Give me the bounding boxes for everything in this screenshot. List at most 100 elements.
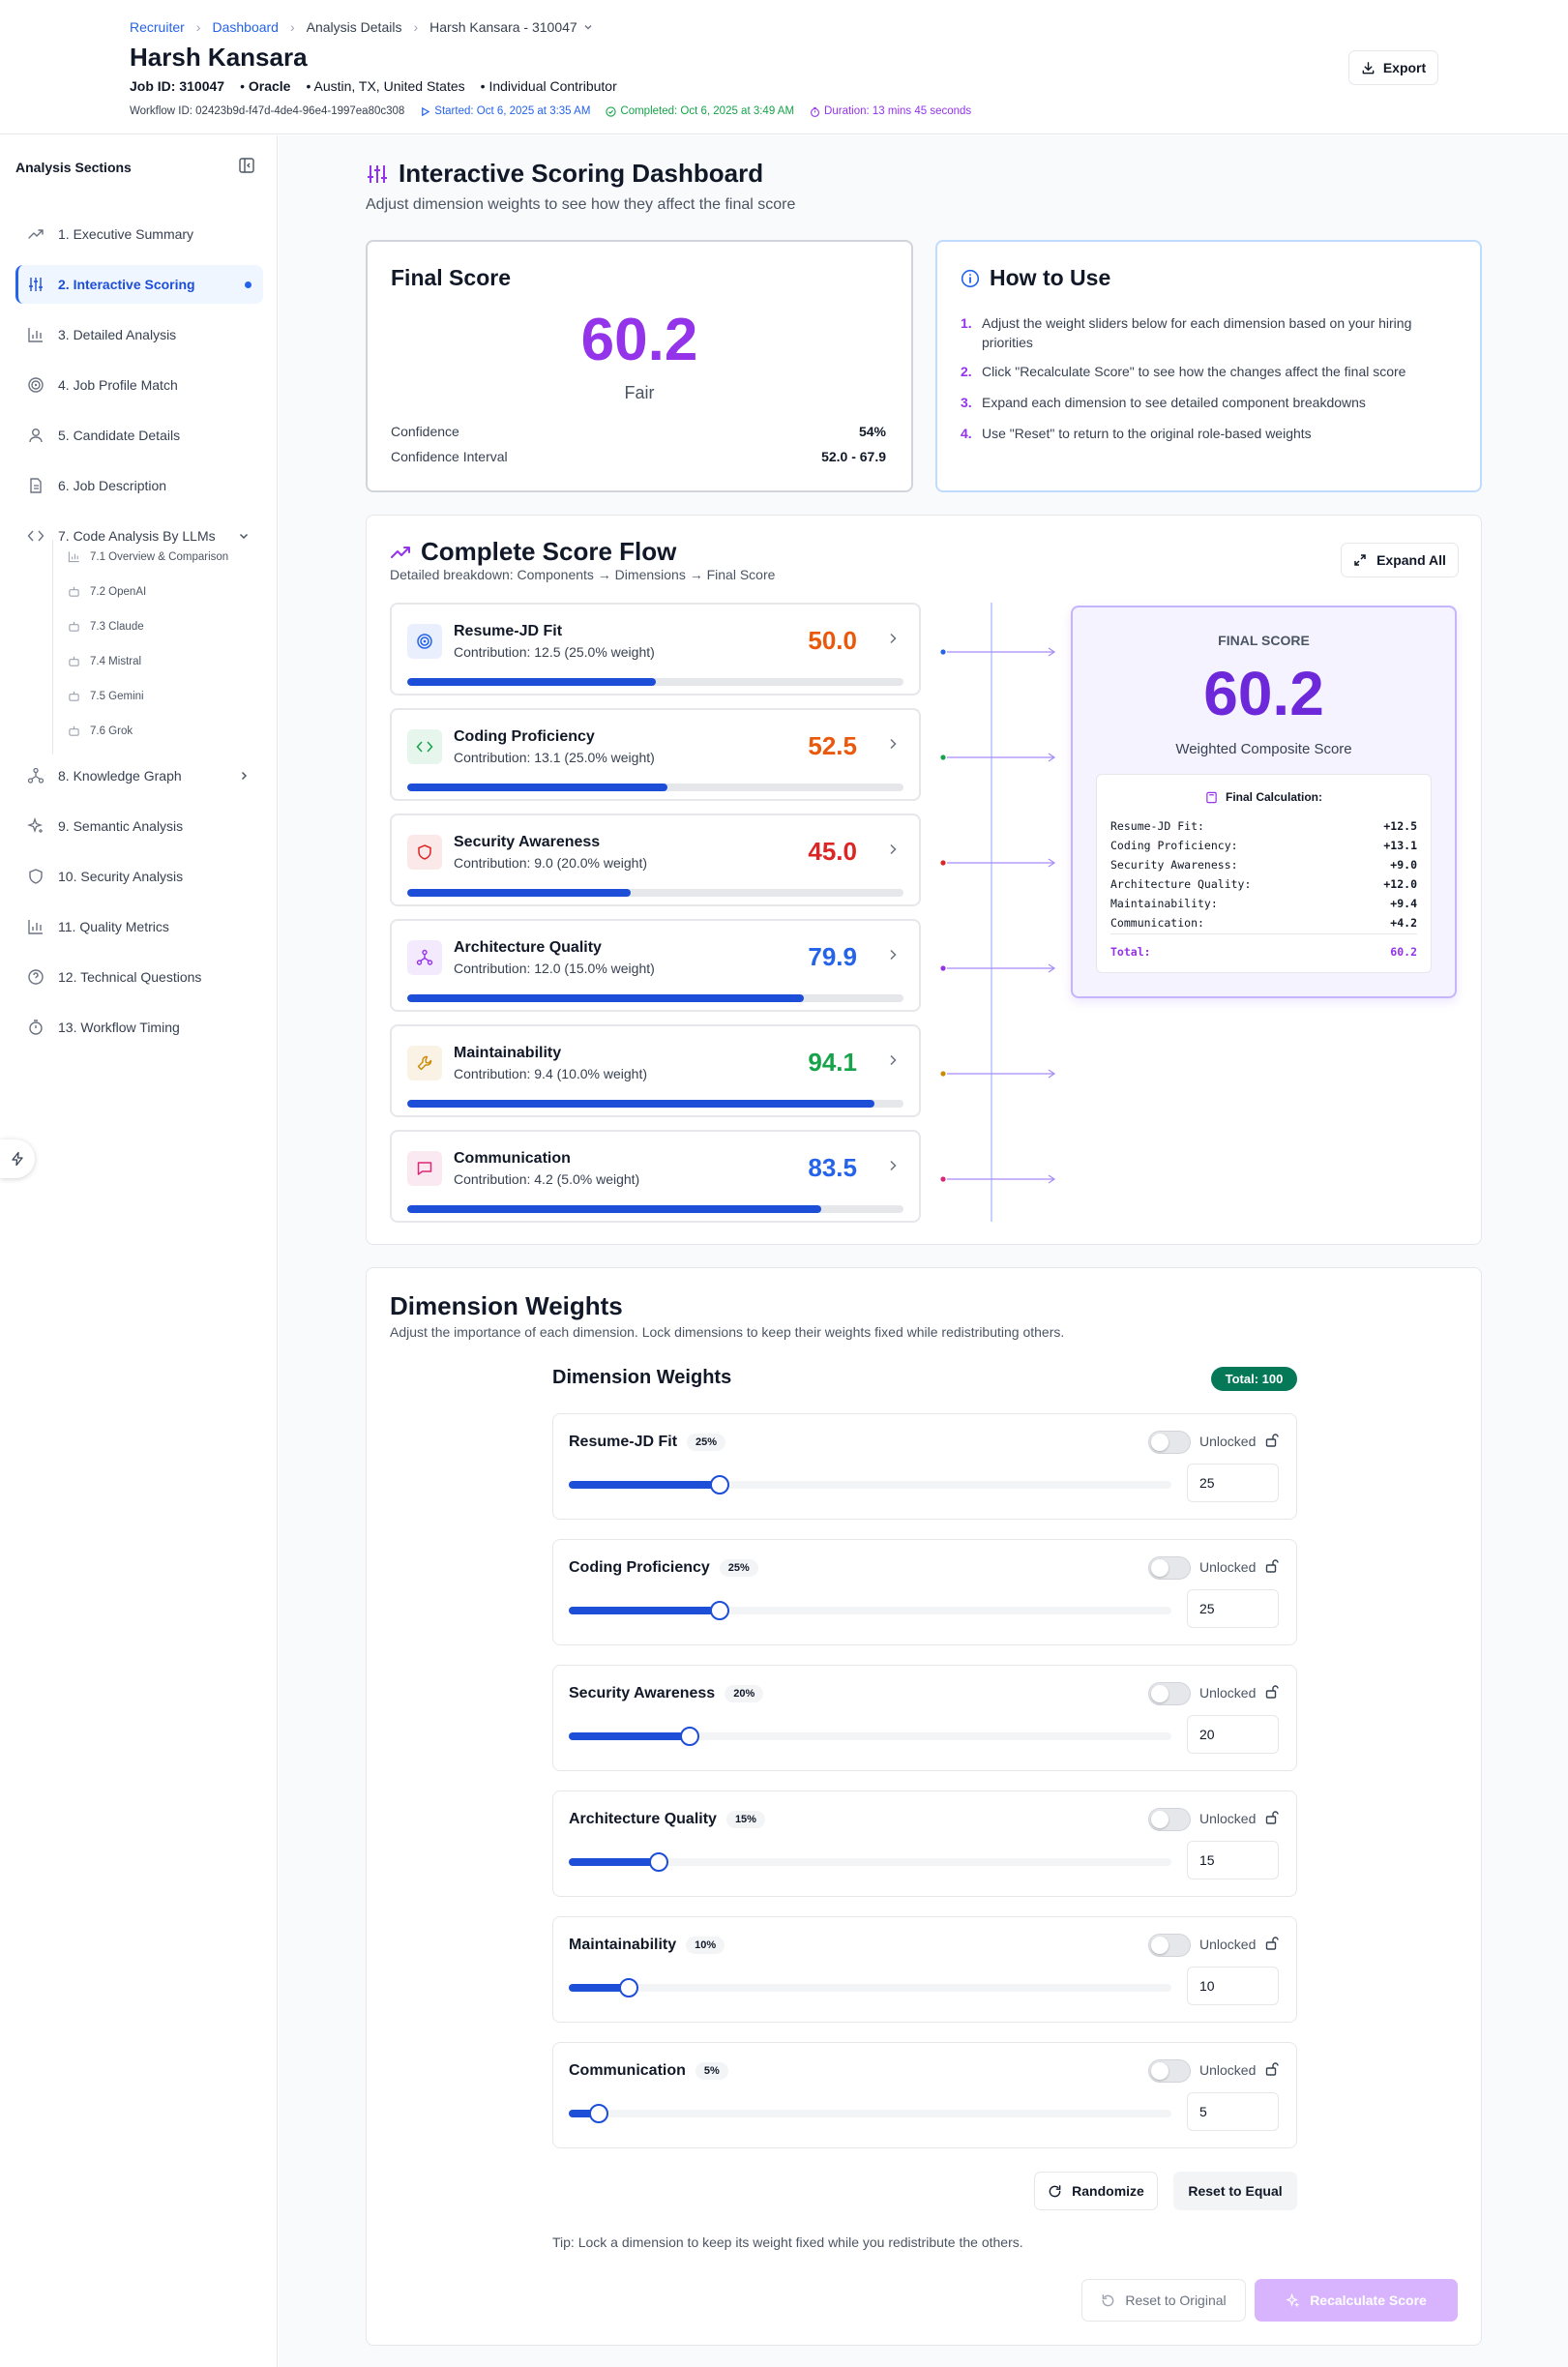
sidebar-collapse-icon[interactable] [238,157,255,174]
slider-handle[interactable] [679,1727,699,1746]
final-score-value: 60.2 [580,307,698,373]
sidebar-subitem-label: 7.3 Claude [90,620,144,633]
weight-input[interactable]: 20 [1187,1715,1279,1754]
weight-input[interactable]: 10 [1187,1967,1279,2005]
weight-slider[interactable] [569,1978,1171,1997]
sidebar-item-workflow-timing[interactable]: 13. Workflow Timing [15,1008,263,1047]
bar-chart-icon [28,328,43,342]
chevron-right-icon[interactable] [886,843,900,856]
component-progress-fill [407,678,656,686]
lock-toggle[interactable] [1148,2059,1191,2083]
location-item: • Austin, TX, United States [306,78,465,94]
sidebar-item-job-profile-match[interactable]: 4. Job Profile Match [15,366,263,404]
score-component-resume-jd-fit[interactable]: Resume-JD Fit Contribution: 12.5 (25.0% w… [390,603,921,695]
component-progress-bar [407,994,903,1002]
component-progress-fill [407,994,804,1002]
unlock-icon[interactable] [1264,1810,1280,1825]
weight-input[interactable]: 15 [1187,1841,1279,1879]
chevron-right-icon[interactable] [886,737,900,751]
sidebar-subitem-mistral[interactable]: 7.4 Mistral [68,655,141,667]
slider-handle[interactable] [619,1978,639,1997]
chevron-down-icon[interactable] [238,530,250,542]
chevron-right-icon[interactable] [886,1159,900,1172]
flow-dot [940,754,946,760]
weight-slider[interactable] [569,1475,1171,1494]
unlock-icon[interactable] [1264,1684,1280,1700]
final-score-box-subtitle: Weighted Composite Score [1175,741,1352,757]
unlock-icon[interactable] [1264,1558,1280,1574]
breadcrumb-recruiter[interactable]: Recruiter [130,19,185,35]
lock-toggle[interactable] [1148,1808,1191,1831]
weight-slider[interactable] [569,1727,1171,1746]
toggle-knob [1151,1685,1169,1702]
sidebar-subitem-openai[interactable]: 7.2 OpenAI [68,585,146,598]
slider-handle[interactable] [709,1475,729,1494]
sidebar-item-quality-metrics[interactable]: 11. Quality Metrics [15,907,263,946]
breadcrumb-candidate[interactable]: Harsh Kansara - 310047 [429,19,577,35]
weight-slider[interactable] [569,1852,1171,1872]
sidebar-item-detailed-analysis[interactable]: 3. Detailed Analysis [15,315,263,354]
chevron-right-icon[interactable] [886,948,900,962]
calc-row-label: Resume-JD Fit: [1110,819,1204,833]
sidebar-item-label: 6. Job Description [58,478,167,493]
sidebar-item-executive-summary[interactable]: 1. Executive Summary [15,215,263,253]
score-component-coding-proficiency[interactable]: Coding Proficiency Contribution: 13.1 (25… [390,708,921,801]
weight-slider[interactable] [569,2104,1171,2123]
lock-toggle[interactable] [1148,1934,1191,1957]
sidebar-item-interactive-scoring[interactable]: 2. Interactive Scoring [15,265,263,304]
sidebar-item-technical-questions[interactable]: 12. Technical Questions [15,958,263,996]
sidebar-item-security-analysis[interactable]: 10. Security Analysis [15,857,263,896]
play-icon [422,106,430,116]
step-number: 3. [961,395,972,410]
randomize-button[interactable]: Randomize [1034,2172,1158,2210]
how-to-use-title-text: How to Use [990,265,1111,290]
sidebar-subitem-gemini[interactable]: 7.5 Gemini [68,690,144,702]
slider-handle[interactable] [649,1852,669,1872]
reset-to-equal-button[interactable]: Reset to Equal [1173,2172,1297,2210]
component-contribution: Contribution: 9.0 (20.0% weight) [454,855,647,871]
chevron-down-icon[interactable] [583,22,593,32]
lock-toggle[interactable] [1148,1556,1191,1580]
sidebar-item-candidate-details[interactable]: 5. Candidate Details [15,416,263,455]
sidebar-item-semantic-analysis[interactable]: 9. Semantic Analysis [15,807,263,845]
recalculate-score-button[interactable]: Recalculate Score [1255,2279,1458,2322]
expand-all-button[interactable]: Expand All [1341,543,1459,577]
score-component-maintainability[interactable]: Maintainability Contribution: 9.4 (10.0% … [390,1024,921,1117]
slider-handle[interactable] [589,2104,609,2123]
slider-handle[interactable] [709,1601,729,1620]
export-button[interactable]: Export [1348,50,1438,85]
lock-toggle[interactable] [1148,1682,1191,1705]
chevron-right-icon[interactable] [886,632,900,645]
unlock-icon[interactable] [1264,1433,1280,1448]
reset-to-original-button[interactable]: Reset to Original [1081,2279,1246,2322]
breadcrumb-dashboard[interactable]: Dashboard [212,19,279,35]
confidence-interval-row: Confidence Interval 52.0 - 67.9 [391,449,886,464]
weight-input[interactable]: 25 [1187,1589,1279,1628]
sidebar-subitem-claude[interactable]: 7.3 Claude [68,620,144,633]
sidebar-item-job-description[interactable]: 6. Job Description [15,466,263,505]
role-item: • Individual Contributor [480,78,617,94]
flow-connector [940,1174,1056,1184]
sidebar-subitem-overview[interactable]: 7.1 Overview & Comparison [68,550,228,563]
score-component-security-awareness[interactable]: Security Awareness Contribution: 9.0 (20.… [390,814,921,906]
weight-name: Communication 5% [569,2062,728,2080]
download-icon [1362,61,1375,74]
step-text: Adjust the weight sliders below for each… [982,315,1412,350]
score-component-architecture-quality[interactable]: Architecture Quality Contribution: 12.0 (… [390,919,921,1012]
unlock-icon[interactable] [1264,2061,1280,2077]
chevron-right-icon[interactable] [886,1053,900,1067]
lock-toggle[interactable] [1148,1431,1191,1454]
score-component-communication[interactable]: Communication Contribution: 4.2 (5.0% wei… [390,1130,921,1223]
component-score: 52.5 [808,731,857,760]
chevron-right-icon[interactable] [238,770,250,782]
final-score-title: Final Score [391,265,511,290]
sidebar-item-knowledge-graph[interactable]: 8. Knowledge Graph [15,756,263,795]
weight-row-coding-proficiency: Coding Proficiency 25% Unlocked 25 [552,1539,1297,1645]
unlock-icon[interactable] [1264,1936,1280,1951]
dimension-weights-title: Dimension Weights [390,1291,623,1320]
weight-input[interactable]: 5 [1187,2092,1279,2131]
weight-input[interactable]: 25 [1187,1464,1279,1502]
weight-slider[interactable] [569,1601,1171,1620]
sidebar-item-label: 2. Interactive Scoring [58,277,195,292]
sidebar-subitem-grok[interactable]: 7.6 Grok [68,725,133,737]
